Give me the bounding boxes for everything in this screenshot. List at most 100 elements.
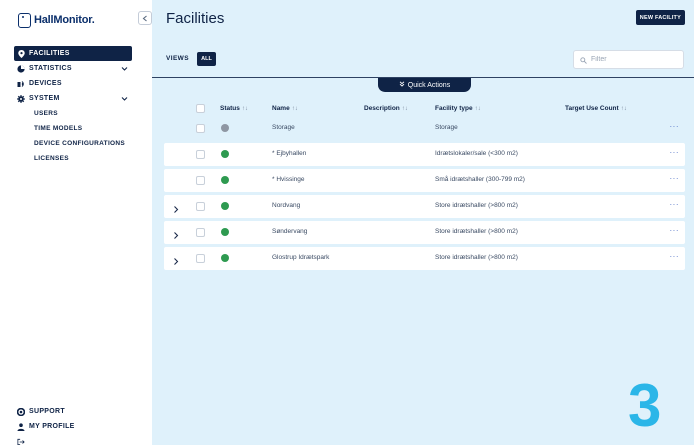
column-header-description[interactable]: Description ↑↓ [364,105,408,112]
row-checkbox[interactable] [196,123,205,133]
status-ok-icon [221,202,229,210]
table-row[interactable]: Søndervang Store idrætshaller (>800 m2) … [164,221,685,244]
sort-icon: ↑↓ [620,105,627,112]
table-row[interactable]: * Hvissinge Små idrætshaller (300-799 m2… [164,169,685,192]
row-checkbox[interactable] [196,253,205,263]
sidebar-item-logout[interactable] [17,434,135,445]
sidebar-item-support[interactable]: SUPPORT [17,404,135,419]
row-menu-icon[interactable]: ··· [670,148,680,157]
cell-facility-type: Små idrætshaller (300-799 m2) [435,176,525,183]
sidebar-item-facilities[interactable]: FACILITIES [14,46,132,61]
sidebar-subitem-time-models[interactable]: TIME MODELS [14,121,132,136]
chevron-down-icon[interactable] [121,95,128,102]
status-idle-icon [221,124,229,132]
sort-icon: ↑↓ [474,105,481,112]
sort-icon: ↑↓ [291,105,298,112]
cell-facility-type: Idrætslokaler/sale (<300 m2) [435,150,518,157]
status-ok-icon [221,228,229,236]
table-row[interactable]: * Ejbyhallen Idrætslokaler/sale (<300 m2… [164,143,685,166]
filter-field[interactable] [573,50,684,69]
view-all-button[interactable]: ALL [197,52,216,66]
sidebar-item-label: FACILITIES [29,50,70,57]
collapse-sidebar-button[interactable] [138,11,152,25]
column-label: Name [272,105,290,112]
column-label: Status [220,105,240,112]
cell-facility-type: Store idrætshaller (>800 m2) [435,254,518,261]
search-icon [580,51,587,69]
sidebar-item-label: MY PROFILE [29,423,75,430]
quick-actions-button[interactable]: Quick Actions [378,78,471,92]
chevron-down-icon[interactable] [121,65,128,72]
sidebar-item-my-profile[interactable]: MY PROFILE [17,419,135,434]
hallmonitor-logo[interactable]: HallMonitor. [18,11,95,29]
step-number-watermark: 3 [628,372,662,439]
cell-name[interactable]: Søndervang [272,228,307,235]
chevron-double-down-icon [399,81,405,89]
row-menu-icon[interactable]: ··· [670,252,680,261]
sidebar-item-devices[interactable]: DEVICES [14,76,132,91]
column-label: Target Use Count [565,105,619,112]
cell-name[interactable]: * Ejbyhallen [272,150,306,157]
row-checkbox[interactable] [196,227,205,237]
row-menu-icon[interactable]: ··· [670,226,680,235]
expand-row-icon[interactable] [172,253,180,265]
cell-name[interactable]: Nordvang [272,202,300,209]
chevron-left-icon [142,9,148,27]
sidebar-subitem-users[interactable]: USERS [14,106,132,121]
sidebar-bottom: SUPPORT MY PROFILE [17,404,135,445]
filter-input[interactable] [591,56,681,63]
support-icon [17,407,25,416]
cell-facility-type: Store idrætshaller (>800 m2) [435,202,518,209]
sidebar-item-statistics[interactable]: STATISTICS [14,61,132,76]
row-checkbox[interactable] [196,201,205,211]
sidebar-subitem-licenses[interactable]: LICENSES [14,151,132,166]
user-icon [17,422,25,431]
location-pin-icon [17,49,25,58]
column-header-facility-type[interactable]: Facility type ↑↓ [435,105,481,112]
devices-icon [17,80,25,88]
expand-row-icon[interactable] [172,201,180,213]
row-checkbox[interactable] [196,175,205,185]
row-menu-icon[interactable]: ··· [670,174,680,183]
quick-actions-label: Quick Actions [407,81,451,89]
status-ok-icon [221,254,229,262]
brand-name: HallMonitor. [34,14,95,26]
sidebar-item-label: SUPPORT [29,408,65,415]
logout-icon [17,438,25,445]
status-ok-icon [221,150,229,158]
facilities-table: Status ↑↓ Name ↑↓ Description ↑↓ Facility t… [164,100,685,273]
table-row[interactable]: Glostrup Idrætspark Store idrætshaller (… [164,247,685,270]
row-menu-icon[interactable]: ··· [670,122,680,131]
cell-name[interactable]: Glostrup Idrætspark [272,254,329,261]
page-title: Facilities [166,10,225,27]
cell-facility-type: Storage [435,124,458,131]
sidebar-subitem-device-configurations[interactable]: DEVICE CONFIGURATIONS [14,136,132,151]
cell-name[interactable]: Storage [272,124,295,131]
sidebar: HallMonitor. FACILITIES STATISTICS DEVIC… [0,0,140,445]
sidebar-item-label: DEVICES [29,80,62,87]
table-header: Status ↑↓ Name ↑↓ Description ↑↓ Facility t… [164,100,685,117]
row-checkbox[interactable] [196,149,205,159]
pie-chart-icon [17,64,25,73]
column-header-name[interactable]: Name ↑↓ [272,105,298,112]
main-panel: Facilities NEW FACILITY VIEWS ALL Quick … [152,0,694,445]
cell-name[interactable]: * Hvissinge [272,176,305,183]
cell-facility-type: Store idrætshaller (>800 m2) [435,228,518,235]
gear-icon [17,94,25,103]
views-label: VIEWS [166,55,189,62]
sidebar-item-label: STATISTICS [29,65,72,72]
expand-row-icon[interactable] [172,227,180,239]
column-header-target-use-count[interactable]: Target Use Count ↑↓ [565,105,627,112]
select-all-checkbox[interactable] [196,104,205,113]
sidebar-item-label: SYSTEM [29,95,60,102]
sidebar-item-system[interactable]: SYSTEM [14,91,132,106]
table-row[interactable]: Nordvang Store idrætshaller (>800 m2) ··… [164,195,685,218]
sort-icon: ↑↓ [241,105,248,112]
column-label: Description [364,105,400,112]
column-label: Facility type [435,105,473,112]
table-row[interactable]: Storage Storage ··· [164,117,685,140]
new-facility-button[interactable]: NEW FACILITY [635,10,685,25]
column-header-status[interactable]: Status ↑↓ [220,105,248,112]
status-ok-icon [221,176,229,184]
row-menu-icon[interactable]: ··· [670,200,680,209]
